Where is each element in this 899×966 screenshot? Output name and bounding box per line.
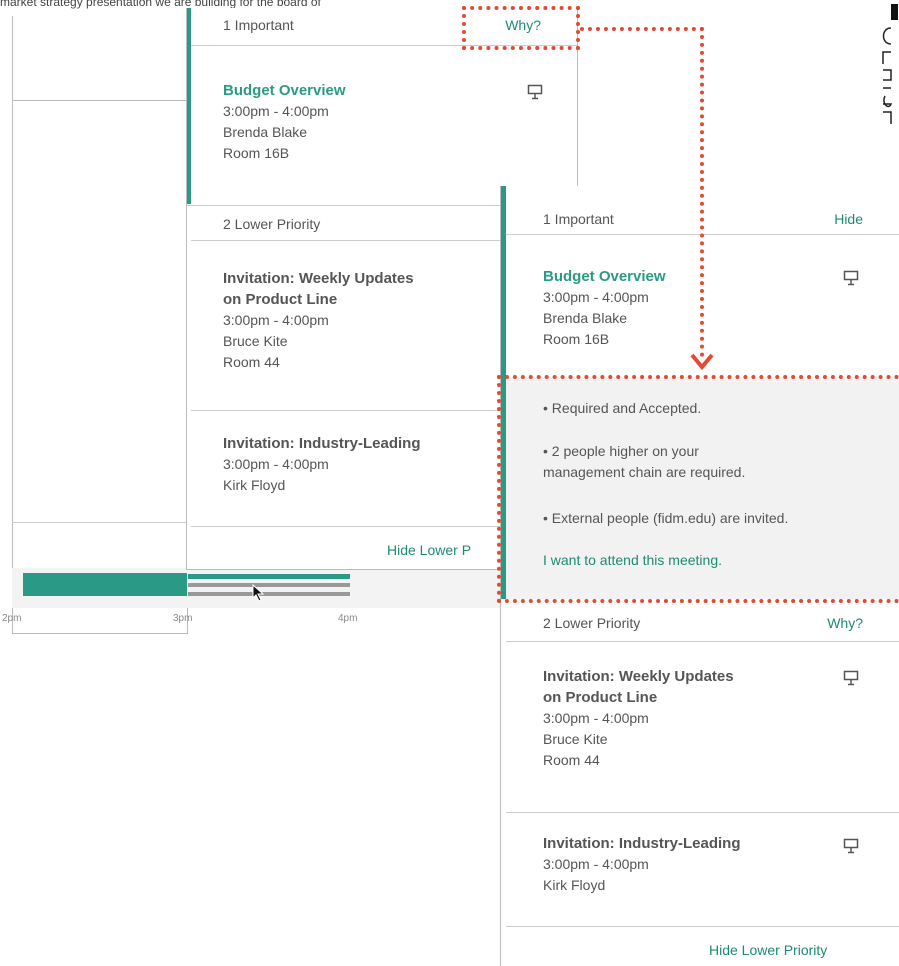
meeting-time: 3:00pm - 4:00pm (543, 289, 649, 305)
meeting-room: Room 44 (543, 752, 600, 768)
meeting-title-line: Invitation: Weekly Updates (543, 668, 734, 685)
meeting-time: 3:00pm - 4:00pm (543, 710, 649, 726)
meeting-organizer: Bruce Kite (543, 731, 608, 747)
important-count-label: 1 Important (543, 211, 614, 227)
meeting-title-line: Invitation: Weekly Updates (223, 270, 414, 287)
meeting-time: 3:00pm - 4:00pm (543, 856, 649, 872)
meeting-organizer: Brenda Blake (223, 124, 308, 140)
meeting-organizer: Bruce Kite (223, 333, 288, 349)
presentation-screen-icon (843, 670, 859, 686)
timeline-tick: 4pm (338, 613, 358, 624)
annotation-connector-vertical (700, 27, 704, 357)
meeting-item-industry-leading[interactable]: Invitation: Industry-Leading 3:00pm - 4:… (223, 433, 421, 496)
item-divider (506, 926, 899, 927)
presentation-screen-icon (843, 838, 859, 854)
item-divider (506, 812, 899, 813)
meeting-time: 3:00pm - 4:00pm (223, 456, 329, 472)
meeting-room: Room 44 (223, 354, 280, 370)
overlap-bar (188, 574, 350, 579)
meeting-time: 3:00pm - 4:00pm (223, 312, 329, 328)
meeting-item-budget-overview[interactable]: Budget Overview 3:00pm - 4:00pm Brenda B… (223, 80, 346, 164)
hide-lower-priority-link[interactable]: Hide Lower Priority (709, 942, 827, 958)
lower-priority-section-header: 2 Lower Priority Why? (501, 606, 899, 640)
meeting-title-line: Invitation: Industry-Leading (543, 835, 741, 852)
why-highlight-box (462, 6, 580, 50)
meeting-item-weekly-updates[interactable]: Invitation: Weekly Updates on Product Li… (543, 666, 734, 771)
overlap-bar (188, 583, 350, 587)
busy-block[interactable] (23, 573, 187, 596)
calendar-gridline (12, 522, 188, 523)
meeting-room: Room 16B (543, 331, 610, 347)
meeting-title: Budget Overview (223, 82, 346, 99)
vertical-logo-text (882, 4, 898, 124)
why-explanation-highlight-box (497, 375, 899, 603)
presentation-screen-icon (843, 270, 859, 286)
meeting-item-weekly-updates[interactable]: Invitation: Weekly Updates on Product Li… (223, 268, 414, 373)
meeting-organizer: Brenda Blake (543, 310, 628, 326)
hide-lower-priority-link[interactable]: Hide Lower P (387, 542, 471, 558)
annotation-connector-horizontal (580, 27, 704, 31)
timeline-tick: 2pm (2, 613, 22, 624)
meeting-room: Room 16B (223, 145, 290, 161)
meeting-item-budget-overview[interactable]: Budget Overview 3:00pm - 4:00pm Brenda B… (543, 266, 666, 350)
meeting-item-industry-leading[interactable]: Invitation: Industry-Leading 3:00pm - 4:… (543, 833, 741, 896)
why-lower-priority-link[interactable]: Why? (827, 615, 863, 631)
meeting-organizer: Kirk Floyd (223, 477, 286, 493)
presentation-screen-icon (527, 84, 543, 100)
arrow-down-icon (690, 353, 714, 371)
meeting-title: Budget Overview (543, 268, 666, 285)
timeline-tick: 3pm (173, 613, 193, 624)
meeting-title-line: on Product Line (543, 689, 658, 706)
meeting-organizer: Kirk Floyd (543, 877, 606, 893)
section-divider (506, 641, 899, 642)
calendar-gridline (12, 100, 188, 101)
meeting-time: 3:00pm - 4:00pm (223, 103, 329, 119)
meeting-title-line: on Product Line (223, 291, 338, 308)
overlap-bar (188, 592, 350, 596)
lower-priority-count-label: 2 Lower Priority (223, 216, 321, 232)
overlap-bars[interactable] (188, 572, 350, 600)
meeting-title-line: Invitation: Industry-Leading (223, 435, 421, 452)
lower-priority-count-label: 2 Lower Priority (543, 615, 641, 631)
mouse-pointer-icon (252, 584, 265, 602)
hide-important-link[interactable]: Hide (834, 211, 863, 227)
calendar-day-column (12, 16, 188, 634)
important-count-label: 1 Important (223, 17, 294, 33)
